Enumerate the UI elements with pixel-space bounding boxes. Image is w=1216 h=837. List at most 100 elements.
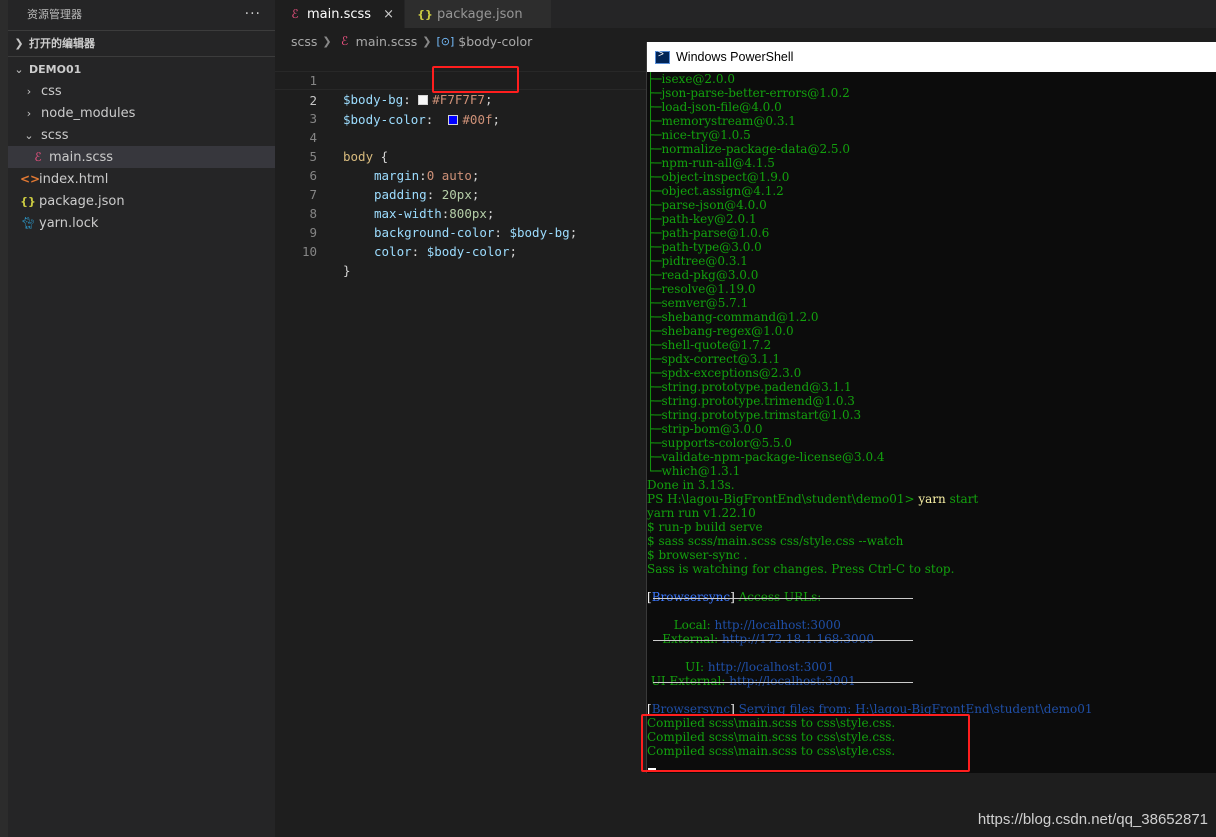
terminal-text: ├─path-type@3.0.0 (647, 240, 762, 254)
tree-item-main-scss[interactable]: ℰ main.scss (8, 146, 275, 168)
terminal-text: ├─string.prototype.trimend@1.0.3 (647, 394, 855, 408)
terminal-text: ├─object.assign@4.1.2 (647, 184, 784, 198)
tree-item-yarn-lock[interactable]: 🐈︎ yarn.lock (8, 212, 275, 234)
terminal-line: [Browsersync] Access URLs: (647, 590, 821, 604)
terminal-output[interactable]: ├─isexe@2.0.0 ├─json-parse-better-errors@… (647, 72, 1216, 773)
code-line: 10 } (275, 223, 646, 278)
json-file-icon: {} (20, 194, 36, 208)
terminal-line: ├─string.prototype.trimend@1.0.3 (647, 394, 855, 408)
punctuation: ; (509, 244, 518, 259)
css-value: $body-color (426, 244, 510, 259)
code-editor[interactable]: 1 $body-bg: #F7F7F7; 2 $body-color: #00f… (275, 52, 646, 837)
terminal-text[interactable]: http://172.18.1.168:3000 (722, 632, 874, 646)
tree-item-label: scss (41, 127, 69, 143)
terminal-text: └─which@1.3.1 (647, 464, 741, 478)
terminal-text[interactable]: Browsersync (652, 590, 730, 604)
chevron-down-icon: ⌄ (24, 128, 34, 142)
terminal-line: ├─spdx-exceptions@2.3.0 (647, 366, 801, 380)
terminal-text: ├─supports-color@5.5.0 (647, 436, 792, 450)
terminal-text[interactable]: http://localhost:3001 (708, 660, 834, 674)
terminal-text: ├─json-parse-better-errors@1.0.2 (647, 86, 850, 100)
breadcrumb-file[interactable]: main.scss (356, 34, 418, 49)
yarn-file-icon: 🐈︎ (20, 216, 36, 230)
terminal-text[interactable]: http://localhost:3001 (729, 674, 855, 688)
tree-item-label: package.json (39, 193, 125, 209)
sass-file-icon: ℰ (34, 150, 42, 164)
tab-main-scss[interactable]: ℰ main.scss × (275, 0, 405, 28)
terminal-line: yarn run v1.22.10 (647, 506, 756, 520)
terminal-line: ├─path-type@3.0.0 (647, 240, 762, 254)
terminal-line: ├─npm-run-all@4.1.5 (647, 156, 775, 170)
code-line: 8 background-color: $body-bg; (275, 185, 646, 240)
breadcrumb-folder[interactable]: scss (291, 34, 317, 49)
open-editors-section[interactable]: ❯ 打开的编辑器 (8, 32, 275, 54)
terminal-line: UI: http://localhost:3001 (647, 660, 834, 674)
chevron-right-icon: › (26, 106, 32, 120)
terminal-text: start (945, 492, 979, 506)
tree-item-label: main.scss (49, 149, 114, 165)
tree-item-css[interactable]: › css (8, 80, 275, 102)
sass-file-icon: ℰ (291, 7, 299, 21)
powershell-window[interactable]: Windows PowerShell ├─isexe@2.0.0├─json-p… (646, 42, 1216, 773)
folder-section-demo01[interactable]: ⌄ DEMO01 (8, 58, 275, 80)
tree-item-node-modules[interactable]: › node_modules (8, 102, 275, 124)
tab-label: main.scss (307, 6, 372, 22)
terminal-text: ├─string.prototype.padend@3.1.1 (647, 380, 852, 394)
terminal-text: UI External: (647, 674, 730, 688)
terminal-text: ├─path-key@2.0.1 (647, 212, 757, 226)
terminal-line: ├─isexe@2.0.0 (647, 72, 735, 86)
code-text: color: $body-color; (374, 242, 517, 261)
terminal-line: ├─memorystream@0.3.1 (647, 114, 796, 128)
terminal-text: ├─resolve@1.19.0 (647, 282, 756, 296)
terminal-text: ├─parse-json@4.0.0 (647, 198, 767, 212)
section-divider (8, 56, 275, 57)
terminal-line: ├─path-key@2.0.1 (647, 212, 757, 226)
breadcrumb-symbol[interactable]: $body-color (458, 34, 532, 49)
terminal-line: ├─semver@5.7.1 (647, 296, 748, 310)
terminal-line: $ run-p build serve (647, 520, 763, 534)
terminal-line: ├─nice-try@1.0.5 (647, 128, 751, 142)
terminal-text: $ run-p build serve (647, 520, 763, 534)
terminal-line: └─which@1.3.1 (647, 464, 740, 478)
json-file-icon: {} (417, 7, 433, 21)
terminal-line: ├─read-pkg@3.0.0 (647, 268, 758, 282)
terminal-line: ├─path-parse@1.0.6 (647, 226, 769, 240)
terminal-text: ├─spdx-exceptions@2.3.0 (647, 366, 802, 380)
terminal-line: ├─parse-json@4.0.0 (647, 198, 767, 212)
terminal-text: ├─validate-npm-package-license@3.0.4 (647, 450, 885, 464)
code-line: 5 margin:0 auto; (275, 128, 646, 183)
terminal-line: Local: http://localhost:3000 (647, 618, 841, 632)
terminal-line: $ sass scss/main.scss css/style.css --wa… (647, 534, 903, 548)
powershell-titlebar[interactable]: Windows PowerShell (647, 42, 1216, 72)
tree-item-label: index.html (39, 171, 109, 187)
open-editors-label: 打开的编辑器 (29, 37, 95, 50)
terminal-line: ├─supports-color@5.5.0 (647, 436, 792, 450)
tree-item-index-html[interactable]: <> index.html (8, 168, 275, 190)
terminal-text: Local: (647, 618, 715, 632)
code-line: 4 body { (275, 109, 646, 164)
explorer-sidebar: 资源管理器 ··· ❯ 打开的编辑器 ⌄ DEMO01 › css › node… (8, 0, 275, 837)
terminal-text[interactable]: http://localhost:3000 (714, 618, 840, 632)
terminal-text: $ sass scss/main.scss css/style.css --wa… (647, 534, 904, 548)
tree-item-scss[interactable]: ⌄ scss (8, 124, 275, 146)
terminal-line: PS H:\lagou-BigFrontEnd\student\demo01> … (647, 492, 978, 506)
explorer-header: 资源管理器 ··· (8, 0, 275, 28)
terminal-text: UI: (647, 660, 708, 674)
code-text: } (343, 261, 351, 280)
explorer-title: 资源管理器 (27, 8, 82, 21)
terminal-text: $ browser-sync . (647, 548, 748, 562)
terminal-text: Done in 3.13s. (647, 478, 735, 492)
close-icon[interactable]: × (383, 7, 394, 22)
chevron-right-icon: ❯ (14, 36, 24, 50)
terminal-text: ├─normalize-package-data@2.5.0 (647, 142, 850, 156)
tree-item-label: node_modules (41, 105, 136, 121)
terminal-text: yarn run v1.22.10 (647, 506, 756, 520)
terminal-divider (653, 682, 913, 683)
tree-item-package-json[interactable]: {} package.json (8, 190, 275, 212)
tree-item-label: css (41, 83, 62, 99)
tab-package-json[interactable]: {} package.json (405, 0, 552, 28)
chevron-right-icon: ❯ (422, 34, 432, 48)
folder-label: DEMO01 (29, 62, 82, 76)
ellipsis-icon[interactable]: ··· (245, 6, 261, 22)
terminal-text: ├─shebang-regex@1.0.0 (647, 324, 794, 338)
